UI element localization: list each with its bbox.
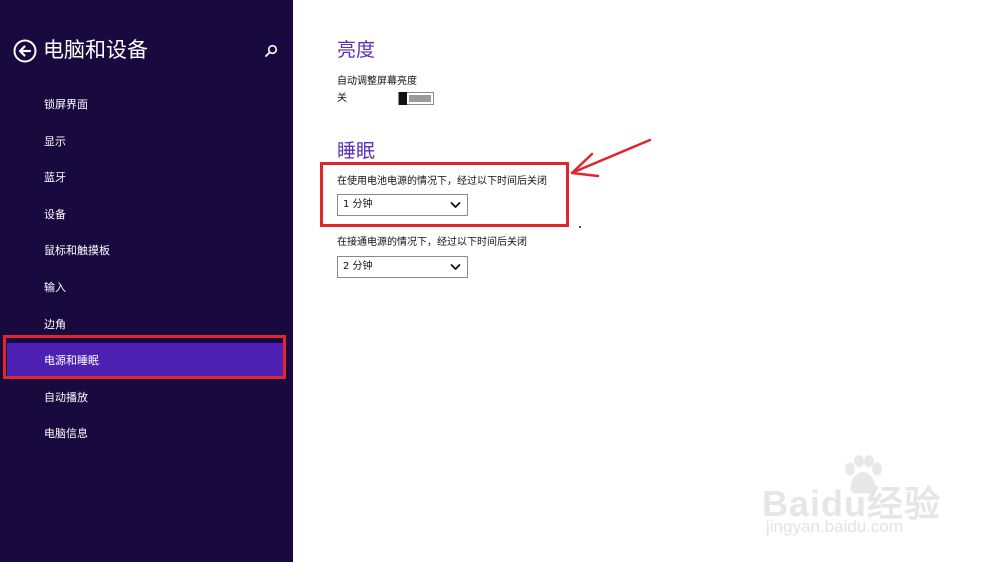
stray-dot xyxy=(579,226,581,228)
paw-logo-icon xyxy=(845,455,882,494)
sidebar-item-label: 电脑信息 xyxy=(44,427,88,440)
sidebar-item-devices[interactable]: 设备 xyxy=(0,197,293,233)
dropdown-value: 1 分钟 xyxy=(343,199,373,210)
battery-sleep-dropdown[interactable]: 1 分钟 xyxy=(337,194,468,216)
sidebar-item-label: 电源和睡眠 xyxy=(44,354,99,367)
search-icon[interactable] xyxy=(263,43,279,59)
sidebar-title: 电脑和设备 xyxy=(43,38,148,62)
settings-screen: 电脑和设备 锁屏界面 显示 蓝牙 设备 鼠标和触摸板 输入 边角 电源和睡眠 自… xyxy=(0,0,1000,562)
sidebar-item-lock-screen[interactable]: 锁屏界面 xyxy=(0,87,293,123)
chevron-down-icon xyxy=(450,202,461,208)
sidebar: 电脑和设备 锁屏界面 显示 蓝牙 设备 鼠标和触摸板 输入 边角 电源和睡眠 自… xyxy=(0,0,293,562)
sidebar-item-typing[interactable]: 输入 xyxy=(0,270,293,306)
sidebar-item-label: 锁屏界面 xyxy=(44,98,88,111)
watermark-brand: Baidu经验 xyxy=(762,483,942,524)
sleep-heading: 睡眠 xyxy=(337,140,376,162)
toggle-track xyxy=(409,95,431,102)
sidebar-item-autoplay[interactable]: 自动播放 xyxy=(0,380,293,416)
plugged-sleep-label: 在接通电源的情况下，经过以下时间后关闭 xyxy=(337,237,527,248)
sidebar-item-label: 蓝牙 xyxy=(44,171,66,184)
sidebar-item-mouse-touchpad[interactable]: 鼠标和触摸板 xyxy=(0,233,293,269)
sidebar-item-label: 边角 xyxy=(44,318,66,331)
sidebar-item-label: 输入 xyxy=(44,281,66,294)
baidu-watermark: Baidu经验 jingyan.baidu.com xyxy=(762,455,952,545)
battery-sleep-label: 在使用电池电源的情况下，经过以下时间后关闭 xyxy=(337,176,547,187)
sidebar-item-label: 设备 xyxy=(44,208,66,221)
sidebar-item-pc-info[interactable]: 电脑信息 xyxy=(0,416,293,452)
sidebar-item-display[interactable]: 显示 xyxy=(0,124,293,160)
sidebar-item-label: 显示 xyxy=(44,135,66,148)
chevron-down-icon xyxy=(450,264,461,270)
back-arrow-icon[interactable] xyxy=(13,39,37,63)
dropdown-value: 2 分钟 xyxy=(343,261,373,272)
plugged-sleep-dropdown[interactable]: 2 分钟 xyxy=(337,256,468,278)
auto-brightness-label: 自动调整屏幕亮度 xyxy=(337,76,417,87)
sidebar-item-bluetooth[interactable]: 蓝牙 xyxy=(0,160,293,196)
sidebar-item-label: 自动播放 xyxy=(44,391,88,404)
toggle-thumb[interactable] xyxy=(399,92,407,105)
auto-brightness-toggle[interactable] xyxy=(398,92,434,105)
brightness-heading: 亮度 xyxy=(337,39,376,61)
sidebar-item-label: 鼠标和触摸板 xyxy=(44,244,110,257)
annotation-arrow-icon xyxy=(570,138,652,178)
sidebar-item-corners[interactable]: 边角 xyxy=(0,307,293,343)
toggle-state-label: 关 xyxy=(337,93,347,104)
sidebar-item-power-sleep[interactable]: 电源和睡眠 xyxy=(7,343,285,379)
watermark-url: jingyan.baidu.com xyxy=(766,517,904,536)
